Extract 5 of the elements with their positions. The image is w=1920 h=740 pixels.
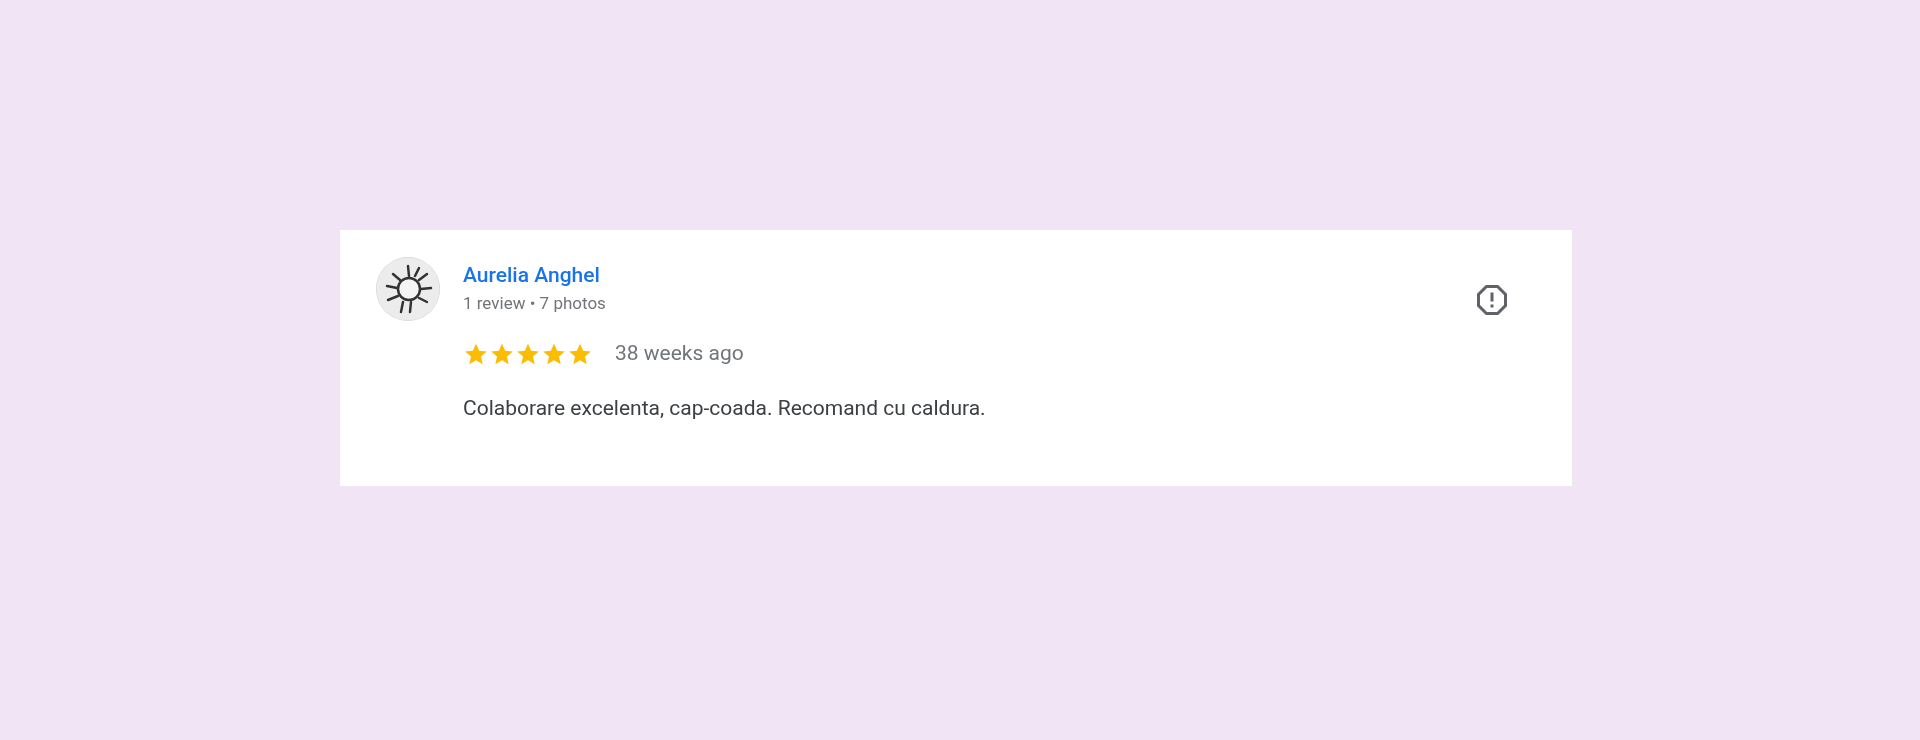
author-stats: 1 review • 7 photos	[463, 292, 607, 314]
review-text: Colaborare excelenta, cap-coada. Recomand cu caldura.	[463, 394, 987, 422]
author-name[interactable]: Aurelia Anghel	[463, 262, 1472, 288]
report-icon	[1474, 282, 1510, 318]
review-time: 38 weeks ago	[615, 340, 744, 367]
